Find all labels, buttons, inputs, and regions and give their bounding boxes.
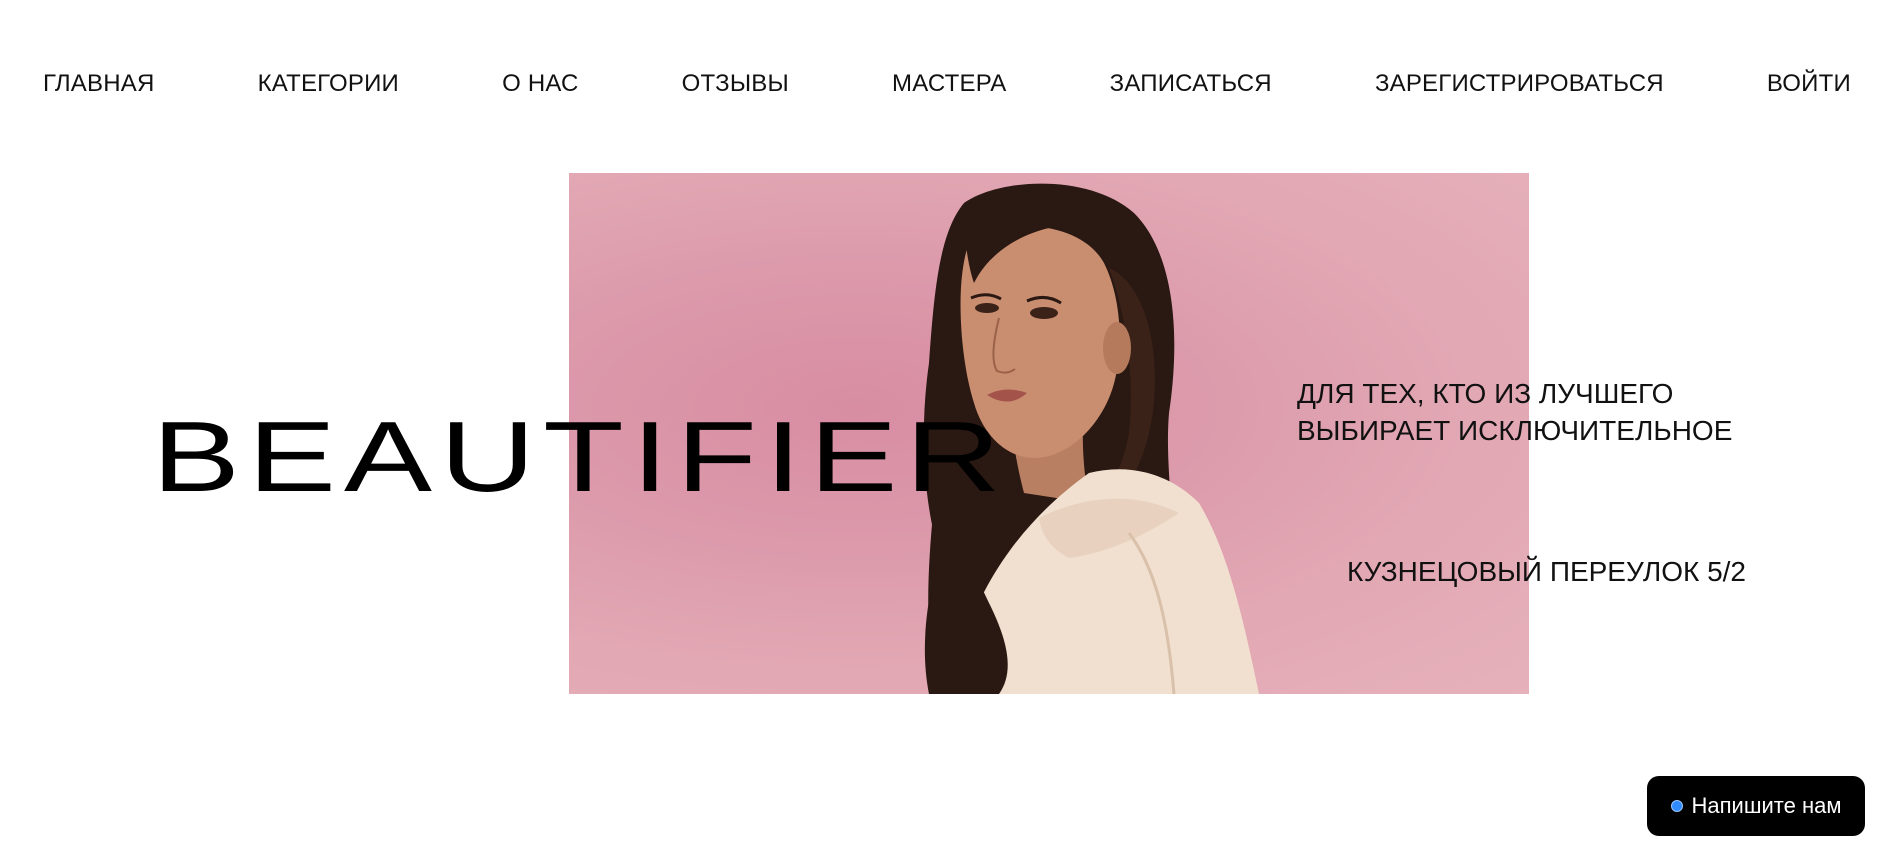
main-nav: ГЛАВНАЯ КАТЕГОРИИ О НАС ОТЗЫВЫ МАСТЕРА З… (43, 68, 1851, 100)
nav-item-register[interactable]: ЗАРЕГИСТРИРОВАТЬСЯ (1375, 70, 1664, 98)
brand-logo-text: BEAUTIFIER (152, 401, 1009, 513)
nav-item-book[interactable]: ЗАПИСАТЬСЯ (1110, 70, 1272, 98)
nav-item-masters[interactable]: МАСТЕРА (892, 70, 1007, 98)
status-dot-icon (1670, 800, 1683, 812)
tagline-line-2: ВЫБИРАЕТ ИСКЛЮЧИТЕЛЬНОЕ (1297, 415, 1733, 446)
nav-item-about[interactable]: О НАС (502, 70, 578, 98)
salon-address: КУЗНЕЦОВЫЙ ПЕРЕУЛОК 5/2 (1346, 556, 1746, 587)
chat-button-label: Напишите нам (1691, 793, 1842, 818)
nav-item-home[interactable]: ГЛАВНАЯ (43, 70, 155, 98)
tagline-line-1: ДЛЯ ТЕХ, КТО ИЗ ЛУЧШЕГО (1297, 378, 1674, 409)
nav-item-categories[interactable]: КАТЕГОРИИ (258, 70, 399, 98)
hero-tagline: ДЛЯ ТЕХ, КТО ИЗ ЛУЧШЕГО ВЫБИРАЕТ ИСКЛЮЧИ… (1297, 375, 1777, 449)
nav-item-login[interactable]: ВОЙТИ (1767, 70, 1851, 98)
chat-button[interactable]: Напишите нам (1647, 776, 1865, 836)
landing-page: ГЛАВНАЯ КАТЕГОРИИ О НАС ОТЗЫВЫ МАСТЕРА З… (0, 0, 1893, 862)
nav-item-reviews[interactable]: ОТЗЫВЫ (682, 70, 789, 98)
